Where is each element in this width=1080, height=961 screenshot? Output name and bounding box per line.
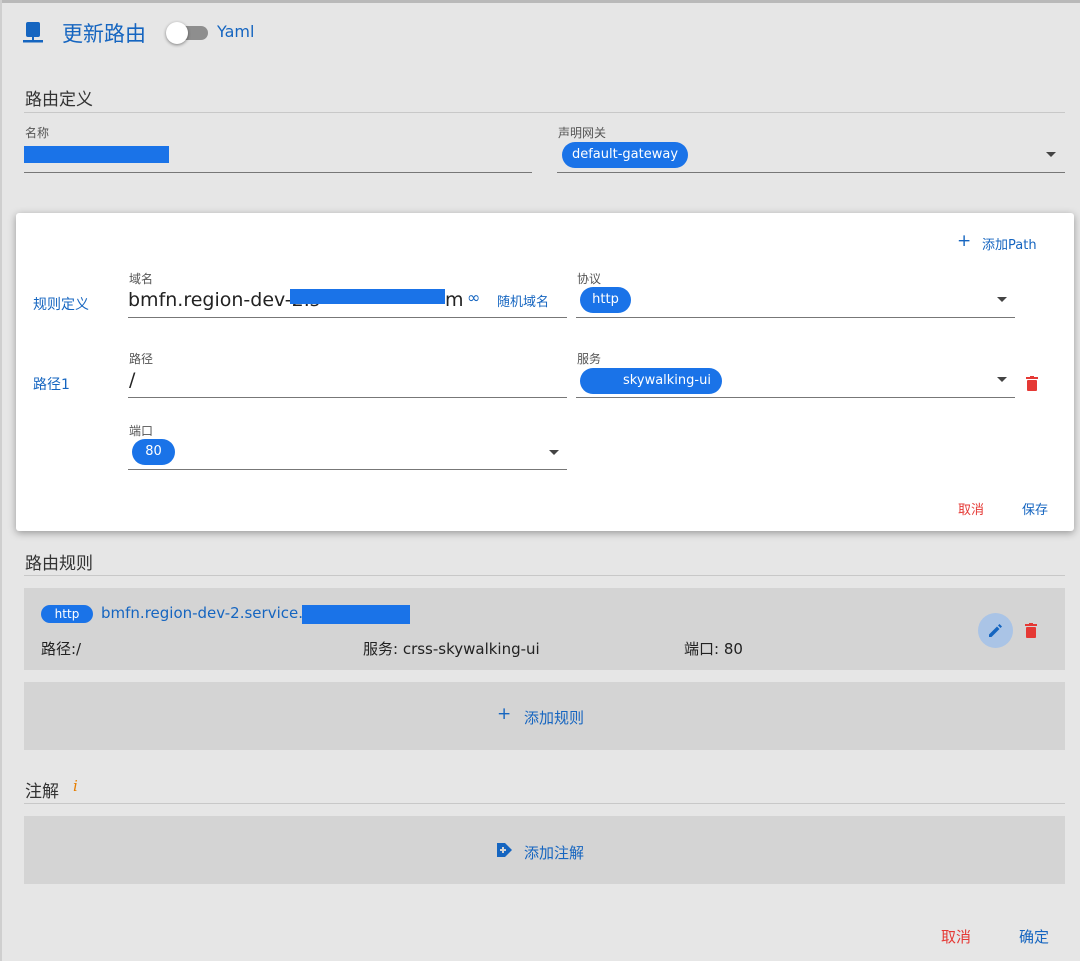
protocol-underline (576, 317, 1015, 318)
add-rule-label: 添加规则 (524, 709, 585, 727)
yaml-toggle[interactable] (166, 22, 188, 44)
info-icon[interactable]: i (73, 777, 78, 795)
rule-protocol-chip: http (41, 605, 93, 623)
window-top-border (0, 0, 1080, 3)
rule-def-label: 规则定义 (33, 297, 89, 313)
name-label: 名称 (25, 126, 50, 140)
delete-rule-icon[interactable] (1025, 623, 1037, 638)
annotations-heading: 注解 (25, 782, 59, 802)
rule-editor-card (16, 213, 1074, 531)
add-path-button[interactable]: 添加Path (982, 234, 1037, 253)
service-underline (576, 397, 1015, 398)
add-annotation-label: 添加注解 (524, 844, 585, 862)
gateway-dropdown-icon[interactable] (1046, 152, 1056, 157)
path-section-label: 路径1 (33, 377, 70, 393)
protocol-dropdown-icon[interactable] (997, 297, 1007, 302)
path-input[interactable]: / (129, 369, 135, 391)
rule-path: 路径:/ (41, 640, 82, 658)
add-rule-plus-icon: + (497, 704, 512, 724)
rule-service: 服务: crss-skywalking-ui (363, 640, 540, 658)
add-path-plus-icon[interactable]: + (957, 231, 971, 251)
rule-card (24, 588, 1065, 670)
editor-cancel-button[interactable]: 取消 (958, 499, 984, 518)
service-chip[interactable]: skywalking-ui (580, 368, 722, 394)
domain-tail: m (445, 289, 464, 311)
route-rules-heading: 路由规则 (25, 554, 93, 574)
rule-host: bmfn.region-dev-2.service. (101, 604, 303, 622)
path-underline (128, 397, 567, 398)
host-redaction (302, 605, 410, 624)
divider (24, 575, 1065, 576)
gateway-label: 声明网关 (558, 126, 607, 140)
route-def-heading: 路由定义 (25, 90, 93, 110)
domain-label: 域名 (129, 272, 154, 286)
confirm-button[interactable]: 确定 (1019, 926, 1049, 947)
divider (24, 803, 1065, 804)
service-label: 服务 (577, 352, 602, 366)
page-title: 更新路由 (62, 22, 146, 46)
random-domain-button[interactable]: 随机域名 (497, 291, 549, 310)
pencil-icon (989, 624, 1002, 637)
name-input[interactable] (24, 146, 169, 163)
port-label: 端口 (129, 424, 154, 438)
rule-port: 端口: 80 (684, 640, 743, 658)
yaml-label: Yaml (217, 22, 255, 41)
service-dropdown-icon[interactable] (997, 377, 1007, 382)
editor-save-button[interactable]: 保存 (1022, 499, 1048, 518)
name-underline (24, 172, 532, 173)
port-chip[interactable]: 80 (132, 439, 175, 465)
divider (24, 112, 1065, 113)
protocol-chip[interactable]: http (580, 287, 631, 313)
tag-plus-icon (497, 843, 512, 857)
gateway-underline (557, 172, 1065, 173)
path-label: 路径 (129, 352, 154, 366)
delete-path-icon[interactable] (1026, 376, 1038, 391)
domain-redaction (290, 289, 445, 304)
port-underline (128, 469, 567, 470)
window-left-border (0, 0, 2, 961)
domain-underline (128, 317, 567, 318)
protocol-label: 协议 (577, 272, 602, 286)
port-dropdown-icon[interactable] (549, 450, 559, 455)
cancel-button[interactable]: 取消 (941, 926, 971, 947)
network-icon (23, 22, 43, 43)
gateway-chip[interactable]: default-gateway (562, 142, 688, 168)
link-icon[interactable]: ∞ (467, 288, 480, 307)
